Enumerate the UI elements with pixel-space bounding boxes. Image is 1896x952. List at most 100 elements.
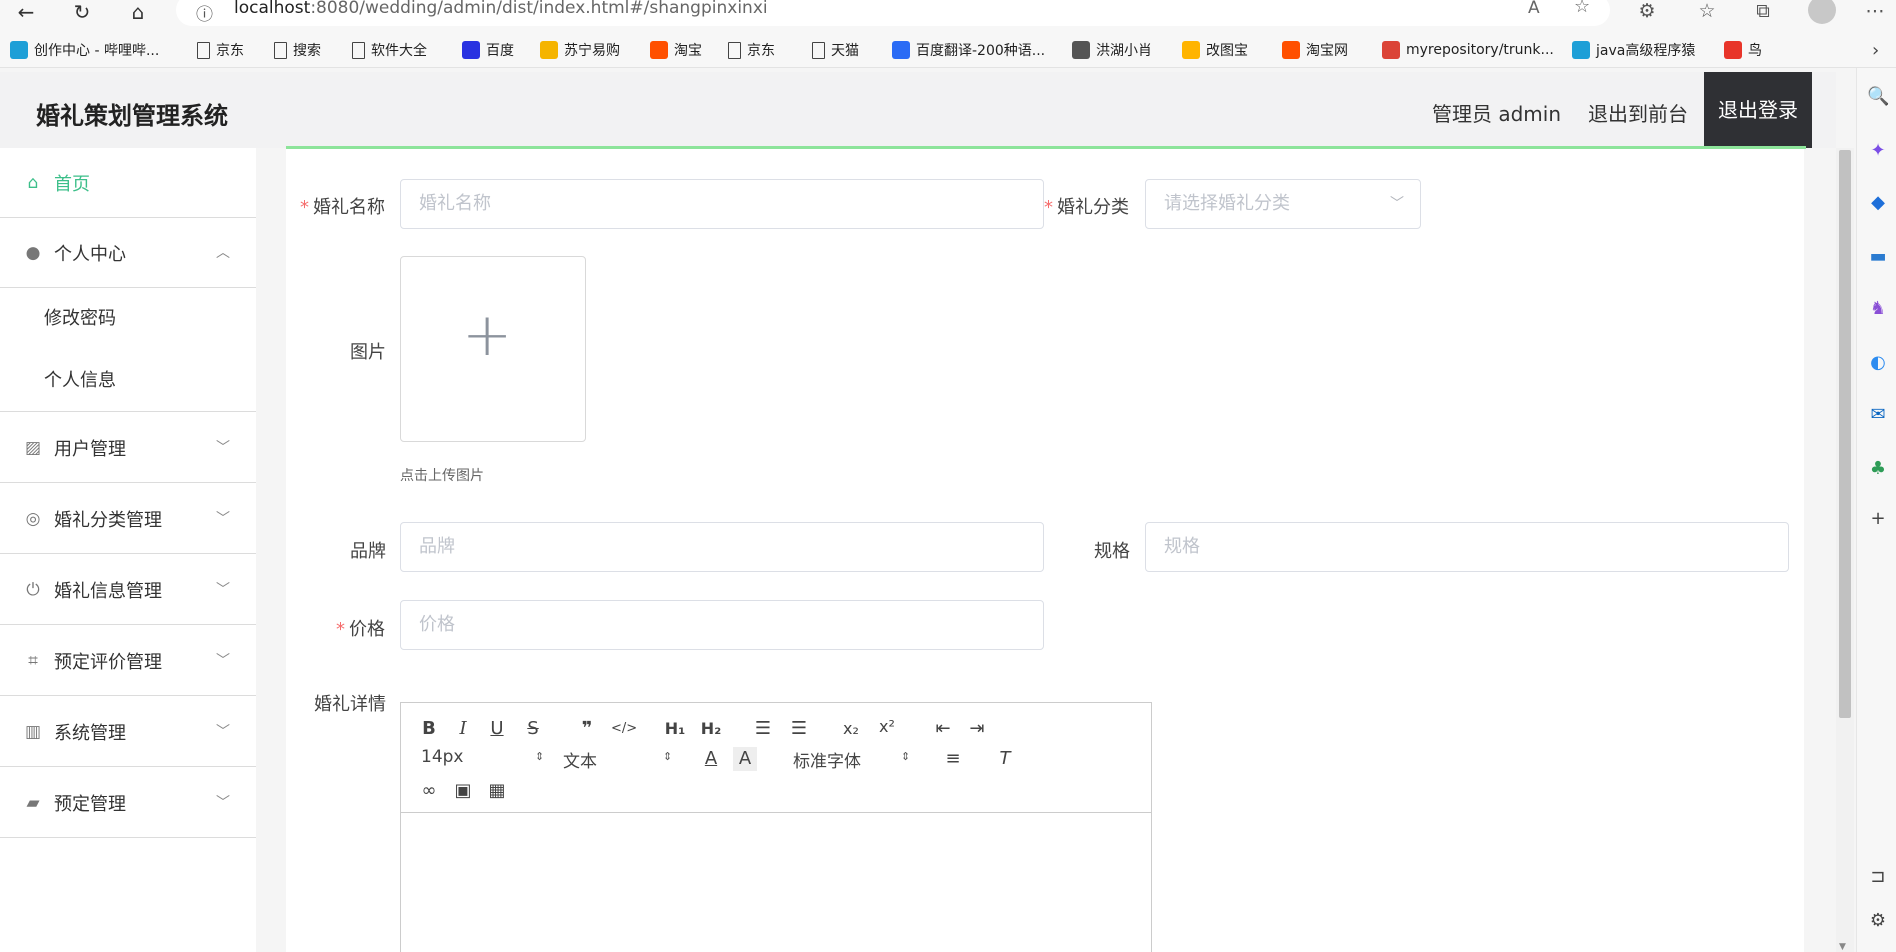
bookmark-item[interactable]: 淘宝网: [1282, 40, 1348, 60]
sidebar-subitem-change-password[interactable]: 修改密码: [0, 288, 256, 350]
refresh-icon[interactable]: ↻: [68, 2, 96, 24]
back-to-front-link[interactable]: 退出到前台: [1588, 98, 1688, 127]
extensions-icon[interactable]: ⚙: [1634, 0, 1660, 24]
block-type-value: 文本: [563, 752, 597, 772]
header-1-icon[interactable]: H₁: [663, 717, 687, 741]
search-icon[interactable]: 🔍: [1867, 86, 1889, 108]
add-icon[interactable]: +: [1867, 508, 1889, 530]
video-icon[interactable]: ▦: [485, 779, 509, 803]
bookmark-item[interactable]: 京东: [728, 40, 775, 60]
clear-format-icon[interactable]: T: [993, 747, 1017, 771]
indent-icon[interactable]: ⇥: [965, 717, 989, 741]
image-upload[interactable]: +: [400, 256, 586, 442]
scroll-down-arrow-icon[interactable]: ▼: [1839, 942, 1846, 952]
wedding-category-select[interactable]: 请选择婚礼分类 ﹀: [1145, 179, 1421, 229]
tools-icon[interactable]: ▬: [1867, 246, 1889, 268]
editor-content-area[interactable]: [401, 814, 1151, 952]
more-icon[interactable]: ⋯: [1862, 0, 1888, 24]
sidebar-item-review-management[interactable]: ⌗ 预定评价管理 ﹀: [0, 626, 256, 696]
bookmark-item[interactable]: 淘宝: [650, 40, 702, 60]
bullet-list-icon[interactable]: ☰: [787, 717, 811, 741]
brand-label: 品牌: [350, 541, 386, 562]
brand-input[interactable]: 品牌: [400, 522, 1044, 572]
profile-avatar[interactable]: [1808, 0, 1836, 24]
shopping-tag-icon[interactable]: ◆: [1867, 192, 1889, 214]
back-icon[interactable]: ←: [12, 2, 40, 24]
strike-icon[interactable]: S: [521, 717, 545, 741]
background-color-icon[interactable]: A: [733, 747, 757, 771]
subscript-icon[interactable]: x₂: [839, 717, 863, 741]
home-browser-icon[interactable]: ⌂: [124, 2, 152, 24]
spec-input[interactable]: 规格: [1145, 522, 1789, 572]
copilot-icon[interactable]: ✦: [1867, 140, 1889, 162]
site-info-icon[interactable]: ⓘ: [196, 0, 213, 25]
sidebar-toggle-icon[interactable]: ⊐: [1867, 866, 1889, 888]
address-bar[interactable]: ⓘ localhost:8080/wedding/admin/dist/inde…: [176, 0, 1610, 26]
m365-icon[interactable]: ◐: [1867, 352, 1889, 374]
wedding-name-input[interactable]: 婚礼名称: [400, 179, 1044, 229]
wedding-name-label-text: 婚礼名称: [313, 197, 385, 218]
link-icon[interactable]: ∞: [417, 779, 441, 803]
sidebar-item-system-management[interactable]: ▥ 系统管理 ﹀: [0, 697, 256, 767]
code-block-icon[interactable]: </>: [611, 717, 637, 741]
plus-icon: +: [462, 300, 513, 370]
block-type-select[interactable]: 文本 ⇕: [563, 747, 673, 772]
align-icon[interactable]: ≡: [941, 747, 965, 771]
bold-icon[interactable]: B: [417, 717, 441, 741]
bookmark-item[interactable]: 创作中心 - 哔哩哔...: [10, 40, 159, 60]
bookmark-item[interactable]: 搜索: [274, 40, 321, 60]
price-input[interactable]: 价格: [400, 600, 1044, 650]
underline-icon[interactable]: U: [485, 717, 509, 741]
bookmark-item[interactable]: 改图宝: [1182, 40, 1248, 60]
wedding-category-label-text: 婚礼分类: [1057, 197, 1129, 218]
sidebar-item-user-management[interactable]: ▨ 用户管理 ﹀: [0, 413, 256, 483]
sidebar-item-wedding-info-management[interactable]: ⏻ 婚礼信息管理 ﹀: [0, 555, 256, 625]
collections-icon[interactable]: ⧉: [1750, 0, 1776, 24]
sidebar-item-home[interactable]: ⌂ 首页: [0, 148, 256, 218]
games-icon[interactable]: ♞: [1867, 298, 1889, 320]
bookmark-item[interactable]: 京东: [197, 40, 244, 60]
read-aloud-icon[interactable]: A: [1528, 0, 1540, 18]
font-size-select[interactable]: 14px ⇕: [421, 747, 544, 767]
ordered-list-icon[interactable]: ☰: [751, 717, 775, 741]
scrollbar-thumb[interactable]: [1839, 150, 1851, 718]
gaitubao-icon: [1182, 41, 1200, 59]
blockquote-icon[interactable]: ❞: [575, 717, 599, 741]
header-2-icon[interactable]: H₂: [699, 717, 723, 741]
url-path: :8080/wedding/admin/dist/index.html#/sha…: [310, 0, 768, 18]
outdent-icon[interactable]: ⇤: [931, 717, 955, 741]
bookmark-item[interactable]: 苏宁易购: [540, 40, 620, 60]
bookmark-item[interactable]: java高级程序猿: [1572, 40, 1695, 60]
bookmark-item[interactable]: 百度: [462, 40, 514, 60]
favorite-icon[interactable]: ☆: [1574, 0, 1590, 17]
settings-icon[interactable]: ⚙: [1867, 910, 1889, 932]
bookmarks-overflow-icon[interactable]: ›: [1872, 40, 1879, 61]
sidebar-subitem-personal-info[interactable]: 个人信息: [0, 350, 256, 412]
category-placeholder: 请选择婚礼分类: [1164, 193, 1290, 214]
bookmark-label: 京东: [216, 43, 244, 59]
sidebar-item-personal-center[interactable]: ● 个人中心 ︿: [0, 218, 256, 288]
bookmark-item[interactable]: 洪湖小肖: [1072, 40, 1152, 60]
page-scrollbar[interactable]: ▼: [1836, 148, 1854, 952]
outlook-icon[interactable]: ✉: [1867, 404, 1889, 426]
font-color-icon[interactable]: A: [699, 747, 723, 771]
bookmark-label: java高级程序猿: [1596, 43, 1696, 59]
font-family-select[interactable]: 标准字体 ⇕: [793, 747, 913, 772]
detail-label: 婚礼详情: [314, 694, 386, 715]
editor-toolbar: B I U S ❞ </> H₁ H₂ ☰ ☰ x₂ x² ⇤ ⇥ 14px ⇕ …: [401, 703, 1151, 813]
favorites-icon[interactable]: ☆: [1694, 0, 1720, 24]
bookmark-item[interactable]: 软件大全: [352, 40, 427, 60]
italic-icon[interactable]: I: [451, 717, 475, 741]
logout-button[interactable]: 退出登录: [1704, 72, 1812, 148]
sidebar-item-booking-management[interactable]: ▰ 预定管理 ﹀: [0, 768, 256, 838]
superscript-icon[interactable]: x²: [875, 715, 899, 739]
bookmark-item[interactable]: 天猫: [812, 40, 859, 60]
bookmark-item[interactable]: 百度翻译-200种语...: [892, 40, 1045, 60]
sidebar-item-category-management[interactable]: ◎ 婚礼分类管理 ﹀: [0, 484, 256, 554]
compass-icon: ◎: [25, 508, 41, 529]
tree-icon[interactable]: ♣: [1867, 458, 1889, 480]
image-icon[interactable]: ▣: [451, 779, 475, 803]
bookmark-item[interactable]: 鸟: [1724, 40, 1762, 60]
chevron-up-icon: ︿: [216, 245, 230, 261]
bookmark-item[interactable]: myrepository/trunk...: [1382, 40, 1554, 60]
